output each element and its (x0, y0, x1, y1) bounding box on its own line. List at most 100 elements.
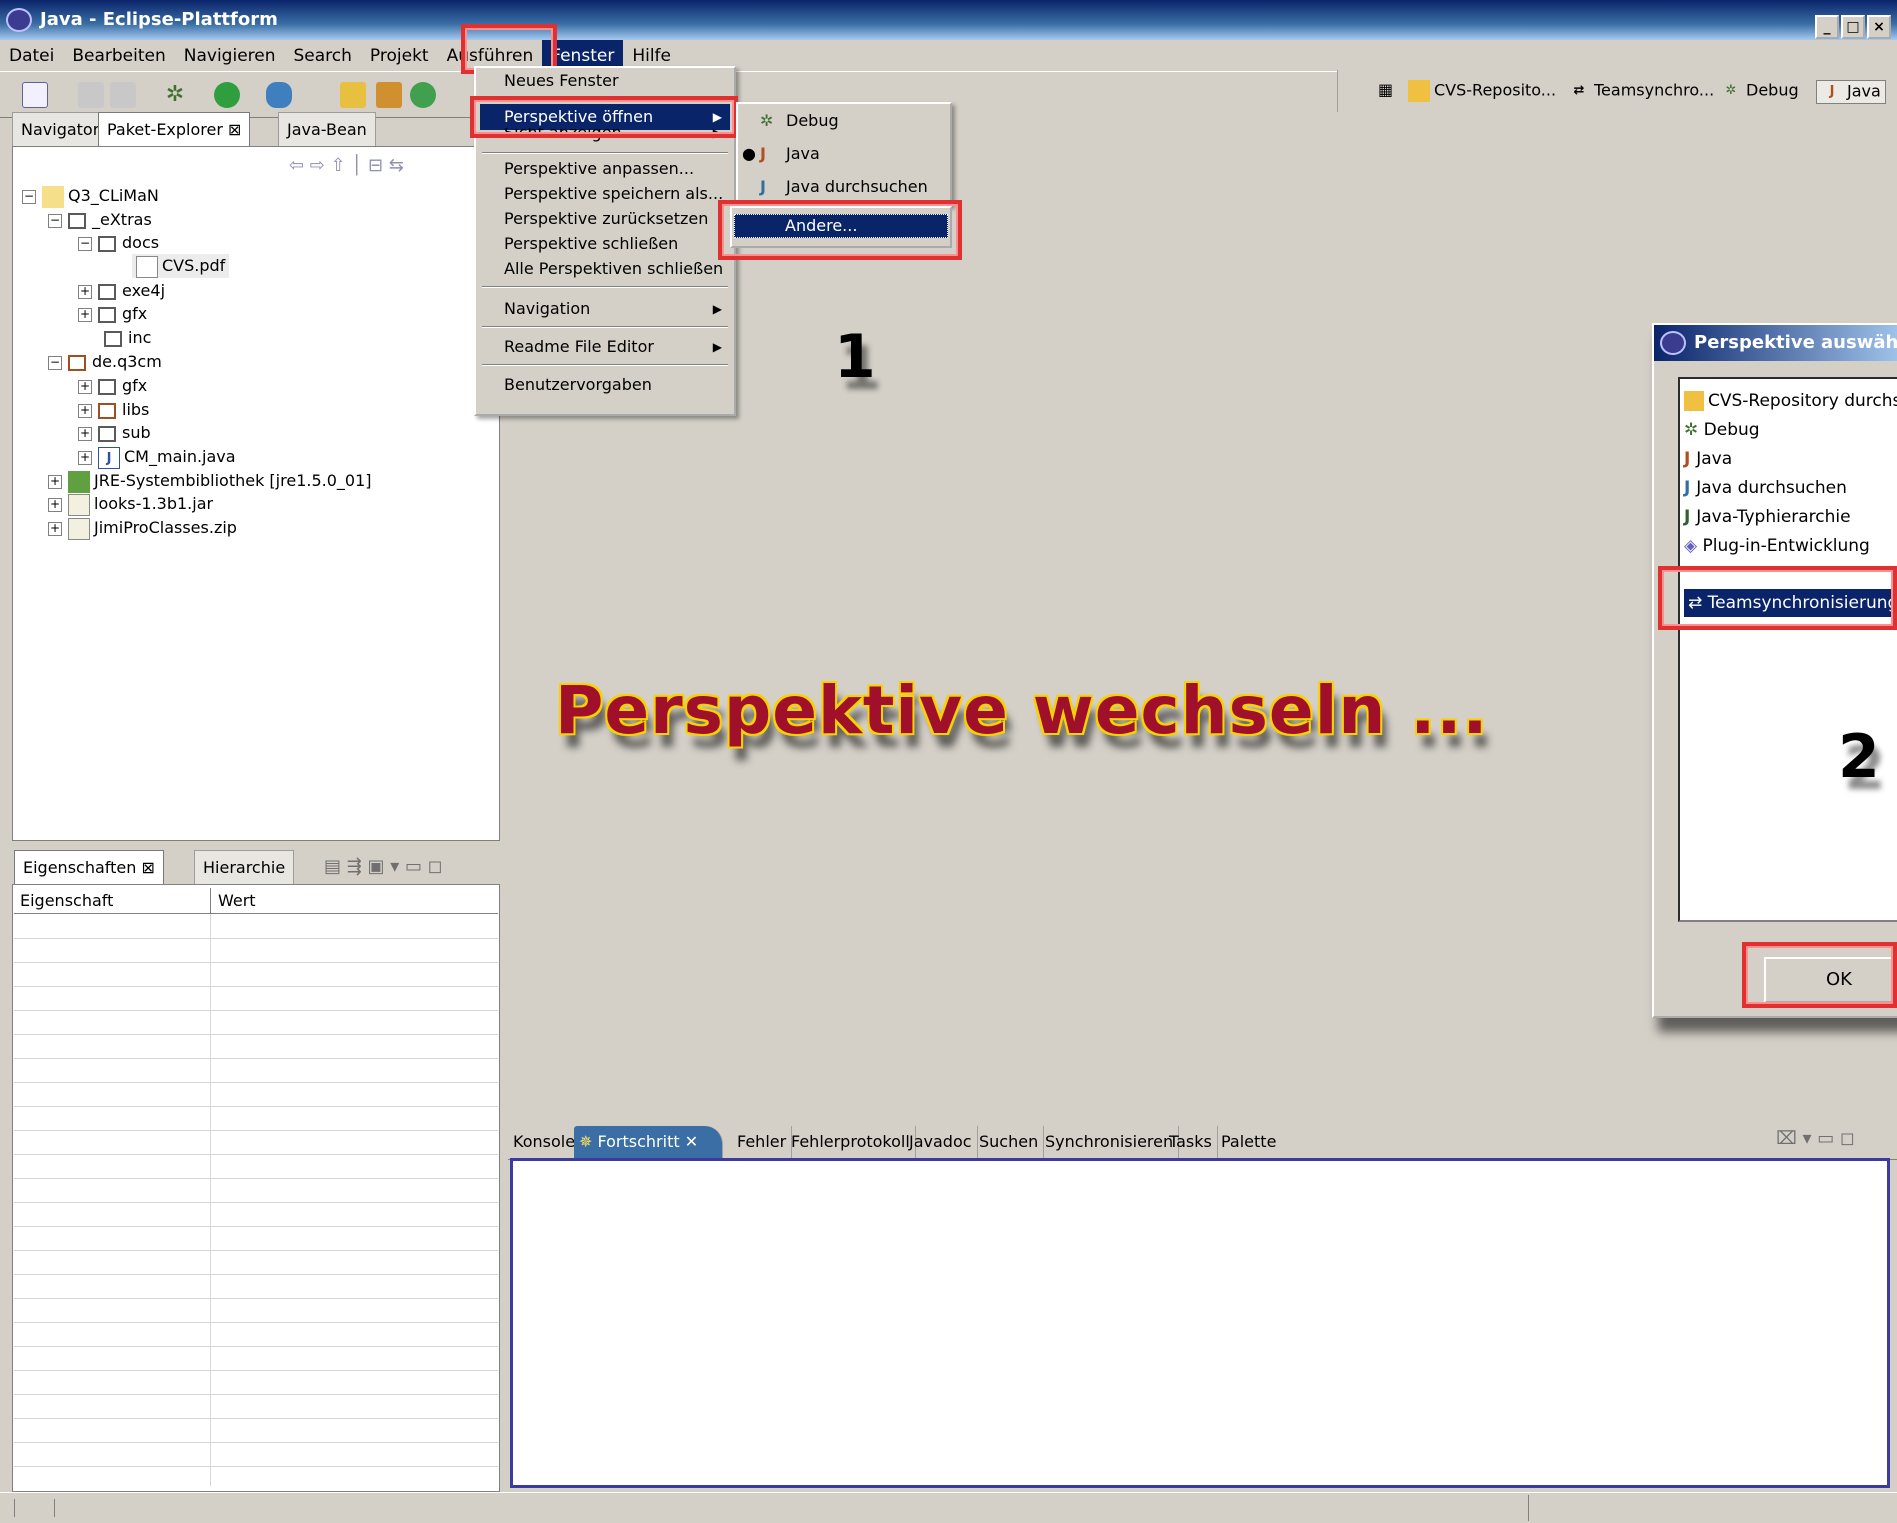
submenu-item-java[interactable]: ● J Java (742, 141, 948, 167)
tab-paket-explorer[interactable]: Paket-Explorer ⊠ (98, 112, 251, 146)
menu-separator (482, 364, 728, 366)
print-icon[interactable] (110, 82, 136, 108)
java-browse-icon: J (1684, 478, 1697, 498)
project-icon (42, 185, 64, 208)
tree-item[interactable]: + J CM_main.java (78, 445, 236, 469)
menu-item-perspektive-schliessen[interactable]: Perspektive schließen (480, 231, 730, 257)
tree-item[interactable]: − de.q3cm (48, 350, 162, 374)
menu-search[interactable]: Search (285, 40, 361, 72)
menu-bearbeiten[interactable]: Bearbeiten (63, 40, 174, 72)
submenu-item-java-durchsuchen[interactable]: J Java durchsuchen (742, 174, 948, 200)
list-item-cvs[interactable]: CVS-Repository durchs (1684, 387, 1897, 415)
new-package-icon[interactable] (376, 82, 402, 108)
close-tab-icon[interactable]: ✕ (685, 1132, 698, 1151)
menu-item-navigation[interactable]: Navigation ▶ (480, 296, 730, 322)
list-item-java-durchsuchen[interactable]: J Java durchsuchen (1684, 474, 1847, 502)
menu-datei[interactable]: Datei (0, 40, 63, 72)
maximize-button[interactable]: □ (1841, 15, 1865, 39)
tab-synchronisieren[interactable]: Synchronisieren (1040, 1126, 1180, 1158)
eclipse-icon (6, 8, 32, 32)
tree-item[interactable]: − Q3_CLiMaN (22, 184, 159, 208)
menu-item-perspektive-oeffnen[interactable]: Perspektive öffnen ▶ (480, 104, 730, 130)
tab-tasks[interactable]: Tasks (1164, 1126, 1218, 1158)
tree-item[interactable]: CVS.pdf (132, 254, 230, 278)
tab-hierarchie[interactable]: Hierarchie (194, 850, 295, 884)
file-icon (136, 255, 158, 278)
menu-navigieren[interactable]: Navigieren (175, 40, 285, 72)
menu-item-alle-perspektiven-schliessen[interactable]: Alle Perspektiven schließen (480, 256, 730, 282)
selected-bullet-icon: ● (742, 144, 756, 163)
tab-java-bean[interactable]: Java-Bean (278, 112, 376, 146)
tree-item[interactable]: + sub (78, 421, 151, 445)
tree-item[interactable]: + gfx (78, 302, 147, 326)
tree-item[interactable]: + exe4j (78, 279, 165, 303)
tree-item[interactable]: − _eXtras (48, 208, 152, 232)
open-perspective-icon[interactable]: ▦ (1378, 80, 1393, 99)
submenu-arrow-icon: ▶ (712, 128, 722, 140)
menu-item-readme-file-editor[interactable]: Readme File Editor ▶ (480, 334, 730, 360)
dialog-title-bar: Perspektive auswähle (1654, 325, 1897, 361)
tab-suchen[interactable]: Suchen (974, 1126, 1045, 1158)
external-tools-icon[interactable] (266, 82, 292, 108)
package-icon (98, 306, 116, 323)
jar-icon (68, 493, 90, 516)
tab-fehler[interactable]: Fehler (732, 1126, 793, 1158)
list-item-java-typhierarchie[interactable]: J Java-Typhierarchie (1684, 503, 1851, 531)
debug-icon[interactable]: ✲ (162, 82, 188, 108)
tree-item[interactable]: − docs (78, 231, 159, 255)
menu-item-sicht-anzeigen[interactable]: Sicht anzeigen ▶ (480, 128, 730, 146)
perspective-list[interactable]: CVS-Repository durchs ✲ Debug J Java J J… (1678, 377, 1897, 922)
menu-separator (482, 326, 728, 328)
tree-item[interactable]: inc (104, 326, 151, 350)
close-button[interactable]: × (1867, 15, 1891, 39)
submenu-item-debug[interactable]: ✲ Debug (742, 108, 948, 134)
menu-item-benutzervorgaben[interactable]: Benutzervorgaben (480, 372, 730, 398)
tree-item[interactable]: + looks-1.3b1.jar (48, 492, 213, 516)
menu-bar: Datei Bearbeiten Navigieren Search Projekt Au… (0, 40, 1897, 72)
minimize-button[interactable]: _ (1815, 15, 1839, 39)
tab-javadoc[interactable]: Javadoc (904, 1126, 978, 1158)
grid-divider (210, 914, 211, 1486)
column-wert[interactable]: Wert (218, 888, 256, 914)
list-item-debug[interactable]: ✲ Debug (1684, 416, 1760, 444)
list-item-plugin-entwicklung[interactable]: ◈ Plug-in-Entwicklung (1684, 532, 1870, 560)
tab-eigenschaften[interactable]: Eigenschaften ⊠ (14, 850, 164, 884)
list-item-java[interactable]: J Java (1684, 445, 1732, 473)
tab-fehlerprotokoll[interactable]: Fehlerprotokoll (786, 1126, 916, 1158)
new-class-icon[interactable] (410, 82, 436, 108)
submenu-arrow-icon: ▶ (712, 110, 722, 124)
ok-button[interactable]: OK (1764, 957, 1897, 1003)
perspective-cvs[interactable]: CVS-Reposito... (1408, 80, 1556, 102)
tree-item[interactable]: + libs (78, 398, 149, 422)
menu-item-neues-fenster[interactable]: Neues Fenster (480, 68, 730, 94)
tree-item[interactable]: + gfx (78, 374, 147, 398)
tab-fortschritt[interactable]: ✵ Fortschritt ✕ (574, 1126, 724, 1158)
tab-konsole[interactable]: Konsole (508, 1126, 582, 1158)
run-icon[interactable] (214, 82, 240, 108)
tab-palette[interactable]: Palette (1216, 1126, 1281, 1158)
perspective-debug[interactable]: ✲ Debug (1720, 80, 1799, 102)
perspective-team[interactable]: ⇄ Teamsynchro... (1568, 80, 1715, 102)
view-toolbar-icons[interactable]: ▤ ⇶ ▣ ▾ ▭ ◻ (324, 850, 443, 884)
tab-navigator[interactable]: Navigator (12, 112, 109, 146)
menu-item-perspektive-speichern[interactable]: Perspektive speichern als... (480, 181, 730, 207)
new-java-project-icon[interactable] (340, 82, 366, 108)
column-eigenschaft[interactable]: Eigenschaft (20, 888, 113, 914)
menu-projekt[interactable]: Projekt (361, 40, 438, 72)
tree-item[interactable]: + JRE-Systembibliothek [jre1.5.0_01] (48, 469, 372, 493)
submenu-item-andere[interactable]: Andere... (734, 214, 948, 238)
list-item-teamsynchronisierung[interactable]: ⇄ Teamsynchronisierung (1684, 589, 1897, 617)
column-divider (210, 888, 211, 914)
new-icon[interactable] (22, 82, 48, 108)
debug-icon: ✲ (1684, 420, 1704, 440)
save-icon[interactable] (78, 82, 104, 108)
tree-item[interactable]: + JimiProClasses.zip (48, 516, 237, 540)
perspective-java[interactable]: J Java (1816, 80, 1886, 104)
bottom-view-controls[interactable]: ⌧ ▾ ▭ ◻ (1776, 1128, 1855, 1149)
package-icon (68, 354, 86, 371)
menu-item-perspektive-zuruecksetzen[interactable]: Perspektive zurücksetzen (480, 206, 730, 232)
submenu-arrow-icon: ▶ (712, 340, 722, 354)
nav-arrows-icon[interactable]: ⇦ ⇨ ⇧ │ ⊟ ⇆ (289, 155, 404, 176)
status-separator (1528, 1495, 1530, 1521)
menu-item-perspektive-anpassen[interactable]: Perspektive anpassen... (480, 156, 730, 182)
